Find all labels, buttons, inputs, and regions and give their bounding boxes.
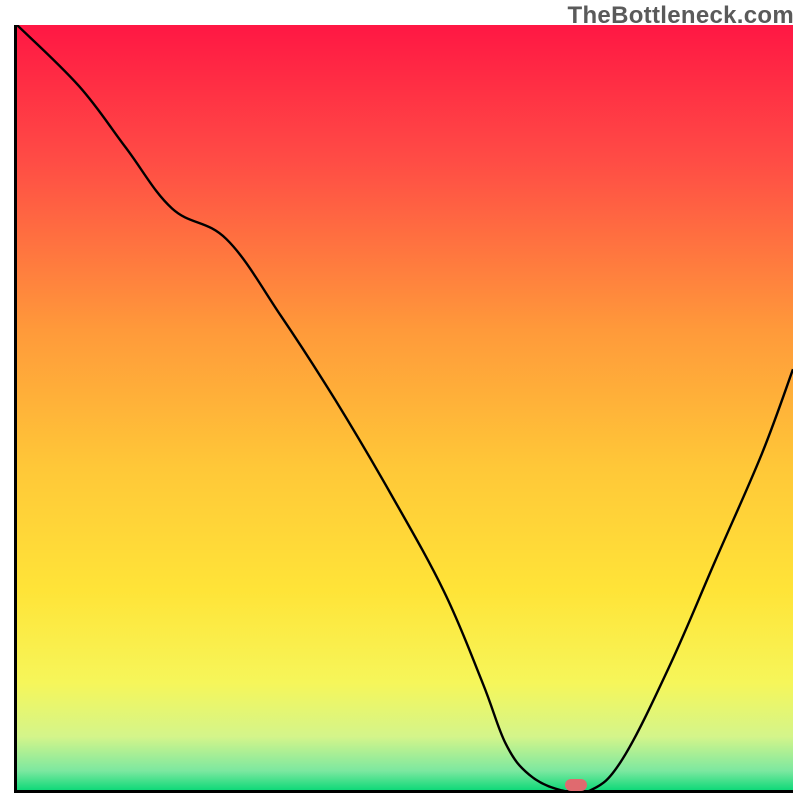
bottleneck-curve (17, 25, 793, 790)
optimal-point-marker (565, 779, 587, 791)
chart-frame: TheBottleneck.com (0, 0, 800, 800)
plot-area (14, 25, 793, 793)
watermark-text: TheBottleneck.com (568, 2, 794, 30)
